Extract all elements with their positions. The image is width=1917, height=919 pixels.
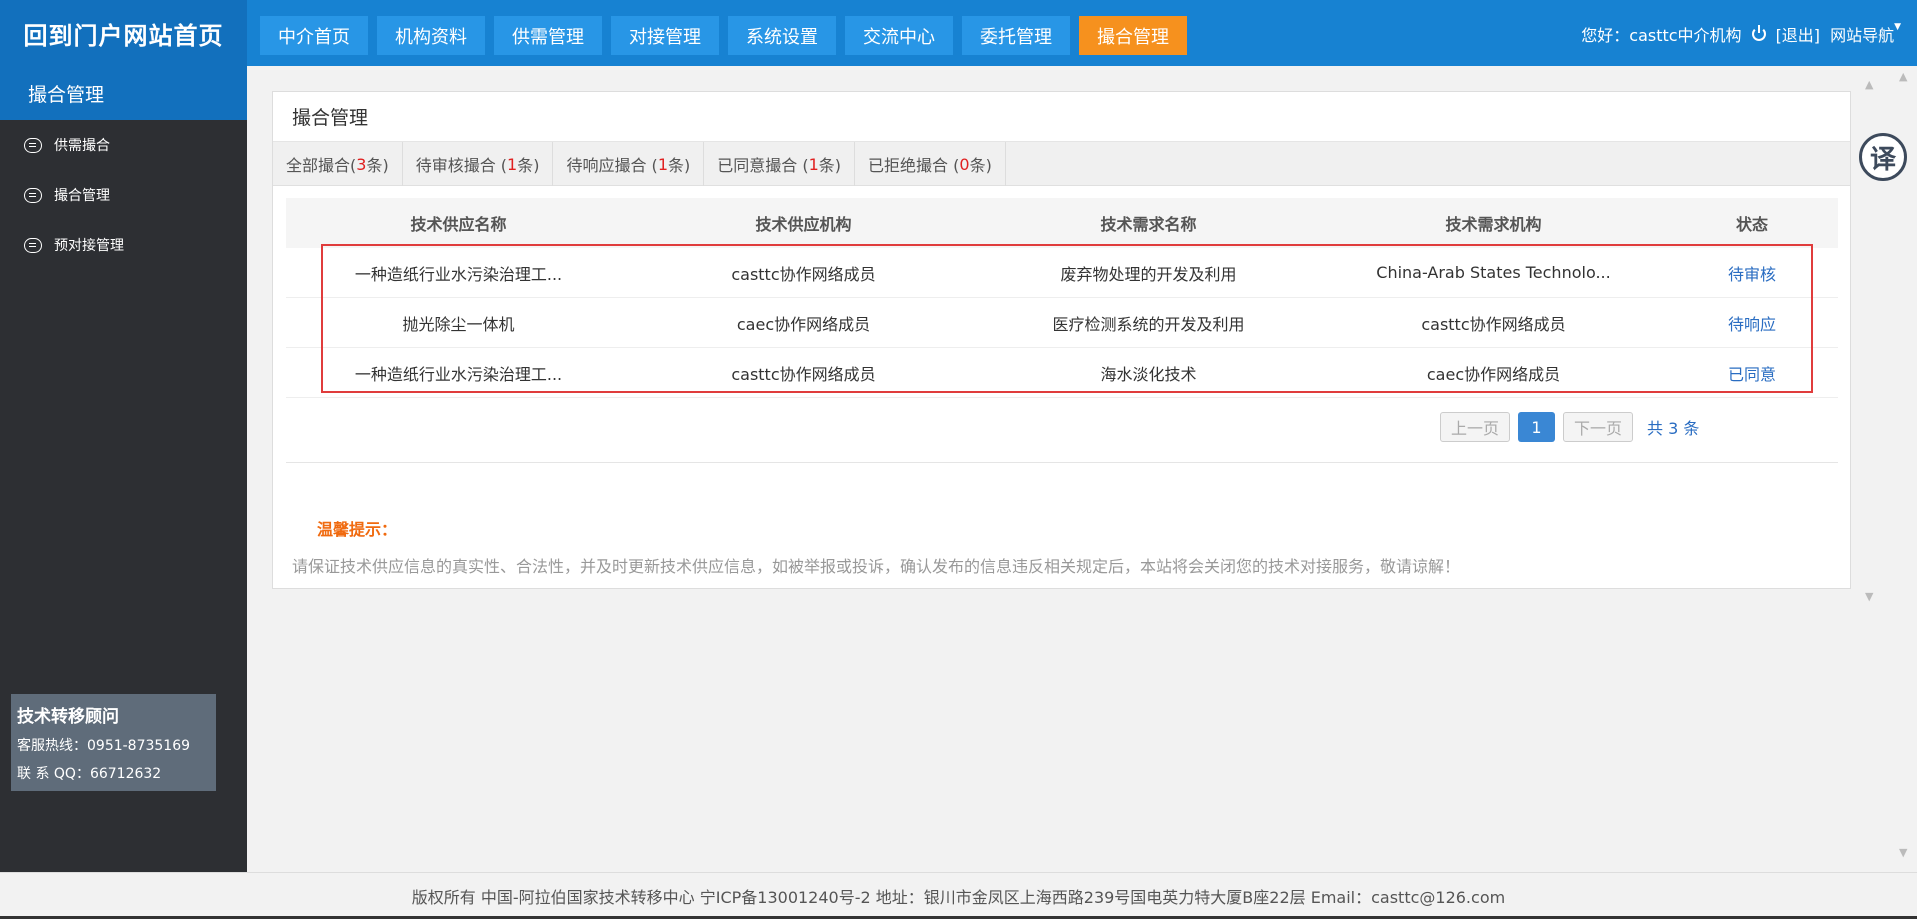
nav-entrust[interactable]: 委托管理 bbox=[962, 16, 1070, 55]
matching-panel: 撮合管理 全部撮合(3 条) 待审核撮合 (1 条) 待响应撮合 (1 条) 已… bbox=[272, 91, 1851, 589]
site-nav-menu[interactable]: 网站导航▼ bbox=[1830, 22, 1901, 46]
tab-pending-response[interactable]: 待响应撮合 (1 条) bbox=[553, 142, 705, 186]
chat-icon bbox=[24, 237, 42, 253]
col-header: 技术需求名称 bbox=[1100, 215, 1197, 234]
main-nav: 中介首页 机构资料 供需管理 对接管理 系统设置 交流中心 委托管理 撮合管理 bbox=[260, 16, 1187, 55]
total-count: 共 3 条 bbox=[1647, 419, 1700, 438]
top-header: 回到门户网站首页 中介首页 机构资料 供需管理 对接管理 系统设置 交流中心 委… bbox=[0, 0, 1917, 66]
col-header: 状态 bbox=[1735, 215, 1768, 234]
power-icon bbox=[1751, 25, 1766, 41]
tab-count: 0 bbox=[959, 154, 970, 174]
nav-matching[interactable]: 撮合管理 bbox=[1079, 16, 1187, 55]
advisor-box: 技术转移顾问 客服热线：0951-8735169 联 系 QQ：66712632 bbox=[11, 694, 216, 791]
tab-suffix: 条) bbox=[668, 156, 691, 175]
tab-label: 已拒绝撮合 ( bbox=[868, 156, 960, 175]
tab-count: 1 bbox=[657, 154, 668, 174]
sidebar-title: 撮合管理 bbox=[0, 66, 247, 120]
panel-title: 撮合管理 bbox=[273, 92, 1850, 142]
nav-docking[interactable]: 对接管理 bbox=[611, 16, 719, 55]
tab-all[interactable]: 全部撮合(3 条) bbox=[273, 142, 403, 186]
tab-label: 全部撮合( bbox=[286, 156, 357, 175]
tip-text: 请保证技术供应信息的真实性、合法性，并及时更新技术供应信息，如被举报或投诉，确认… bbox=[292, 557, 1461, 576]
supply-name-cell[interactable]: 抛光除尘一体机 bbox=[286, 311, 631, 335]
divider bbox=[286, 462, 1838, 463]
advisor-qq: 联 系 QQ：66712632 bbox=[17, 766, 162, 782]
tab-suffix: 条) bbox=[366, 156, 389, 175]
table-header: 技术供应名称 技术供应机构 技术需求名称 技术需求机构 状态 bbox=[286, 198, 1838, 248]
status-link[interactable]: 已同意 bbox=[1666, 361, 1838, 385]
nav-supply-demand[interactable]: 供需管理 bbox=[494, 16, 602, 55]
status-link[interactable]: 待响应 bbox=[1666, 311, 1838, 335]
supply-name-cell[interactable]: 一种造纸行业水污染治理工... bbox=[286, 361, 631, 385]
scroll-up-icon[interactable]: ▲ bbox=[1865, 78, 1875, 91]
demand-org-cell: China-Arab States Technolo... bbox=[1376, 263, 1611, 282]
tab-count: 3 bbox=[356, 154, 367, 174]
tab-label: 待审核撮合 ( bbox=[415, 156, 508, 175]
page-scrollbar[interactable]: ▲ ▼ bbox=[1896, 66, 1914, 860]
tab-suffix: 条) bbox=[517, 156, 540, 175]
table-row: 抛光除尘一体机 caec协作网络成员 医疗检测系统的开发及利用 casttc协作… bbox=[286, 298, 1838, 348]
chat-icon bbox=[24, 137, 42, 153]
tab-count: 1 bbox=[808, 154, 819, 174]
tip-title: 温馨提示： bbox=[317, 520, 398, 539]
pagination: 上一页 1 下一页 共 3 条 bbox=[1440, 412, 1699, 442]
sidebar-item-supply-matching[interactable]: 供需撮合 bbox=[0, 120, 247, 170]
matching-table: 技术供应名称 技术供应机构 技术需求名称 技术需求机构 状态 一种造纸行业水污染… bbox=[286, 198, 1838, 398]
tab-suffix: 条) bbox=[818, 156, 842, 175]
table-row: 一种造纸行业水污染治理工... casttc协作网络成员 废弃物处理的开发及利用… bbox=[286, 248, 1838, 298]
tab-label: 已同意撮合 ( bbox=[717, 156, 809, 175]
page-1-button[interactable]: 1 bbox=[1518, 412, 1556, 442]
sidebar-item-label: 预对接管理 bbox=[54, 238, 124, 254]
tab-label: 待响应撮合 ( bbox=[566, 156, 658, 175]
scroll-down-icon[interactable]: ▼ bbox=[1865, 590, 1875, 603]
translate-icon[interactable]: 译 bbox=[1859, 133, 1907, 181]
tab-pending-review[interactable]: 待审核撮合 (1 条) bbox=[403, 142, 554, 186]
supply-org-cell: caec协作网络成员 bbox=[736, 314, 871, 334]
demand-name-cell[interactable]: 废弃物处理的开发及利用 bbox=[976, 261, 1321, 285]
nav-agency-home[interactable]: 中介首页 bbox=[260, 16, 368, 55]
tab-agreed[interactable]: 已同意撮合 (1 条) bbox=[704, 142, 856, 186]
demand-name-cell[interactable]: 医疗检测系统的开发及利用 bbox=[976, 311, 1321, 335]
nav-settings[interactable]: 系统设置 bbox=[728, 16, 836, 55]
col-header: 技术需求机构 bbox=[1445, 215, 1542, 234]
col-header: 技术供应机构 bbox=[755, 215, 852, 234]
tab-suffix: 条) bbox=[969, 156, 992, 175]
supply-org-cell: casttc协作网络成员 bbox=[731, 364, 876, 384]
footer: 版权所有 中国-阿拉伯国家技术转移中心 宁ICP备13001240号-2 地址：… bbox=[0, 872, 1917, 919]
scroll-up-icon[interactable]: ▲ bbox=[1899, 70, 1909, 83]
col-header: 技术供应名称 bbox=[410, 215, 507, 234]
advisor-title: 技术转移顾问 bbox=[17, 707, 119, 727]
sidebar-item-matching-management[interactable]: 撮合管理 bbox=[0, 170, 247, 220]
chat-icon bbox=[24, 187, 42, 203]
nav-org-info[interactable]: 机构资料 bbox=[377, 16, 485, 55]
sidebar-item-label: 供需撮合 bbox=[54, 138, 110, 154]
demand-org-cell: caec协作网络成员 bbox=[1426, 364, 1561, 384]
user-area: 您好：casttc中介机构 [退出] 网站导航▼ bbox=[1581, 22, 1901, 46]
tab-count: 1 bbox=[507, 154, 518, 174]
prev-page-button[interactable]: 上一页 bbox=[1440, 412, 1511, 442]
scroll-down-icon[interactable]: ▼ bbox=[1899, 846, 1909, 859]
demand-name-cell[interactable]: 海水淡化技术 bbox=[976, 361, 1321, 385]
advisor-hotline: 客服热线：0951-8735169 bbox=[17, 738, 191, 754]
logout-link[interactable]: [退出] bbox=[1776, 22, 1821, 46]
filter-tabs: 全部撮合(3 条) 待审核撮合 (1 条) 待响应撮合 (1 条) 已同意撮合 … bbox=[273, 142, 1850, 186]
portal-home-link[interactable]: 回到门户网站首页 bbox=[0, 0, 247, 66]
demand-org-cell: casttc协作网络成员 bbox=[1421, 314, 1566, 334]
site-nav-label: 网站导航 bbox=[1830, 26, 1895, 45]
sidebar-item-label: 撮合管理 bbox=[54, 188, 110, 204]
table-row: 一种造纸行业水污染治理工... casttc协作网络成员 海水淡化技术 caec… bbox=[286, 348, 1838, 398]
nav-exchange[interactable]: 交流中心 bbox=[845, 16, 953, 55]
next-page-button[interactable]: 下一页 bbox=[1563, 412, 1634, 442]
tab-rejected[interactable]: 已拒绝撮合 (0 条) bbox=[855, 142, 1006, 186]
supply-org-cell: casttc协作网络成员 bbox=[731, 264, 876, 284]
sidebar-item-pre-docking[interactable]: 预对接管理 bbox=[0, 220, 247, 270]
user-greeting: 您好：casttc中介机构 bbox=[1581, 26, 1742, 45]
caret-down-icon: ▼ bbox=[1894, 22, 1901, 32]
supply-name-cell[interactable]: 一种造纸行业水污染治理工... bbox=[286, 261, 631, 285]
status-link[interactable]: 待审核 bbox=[1666, 261, 1838, 285]
